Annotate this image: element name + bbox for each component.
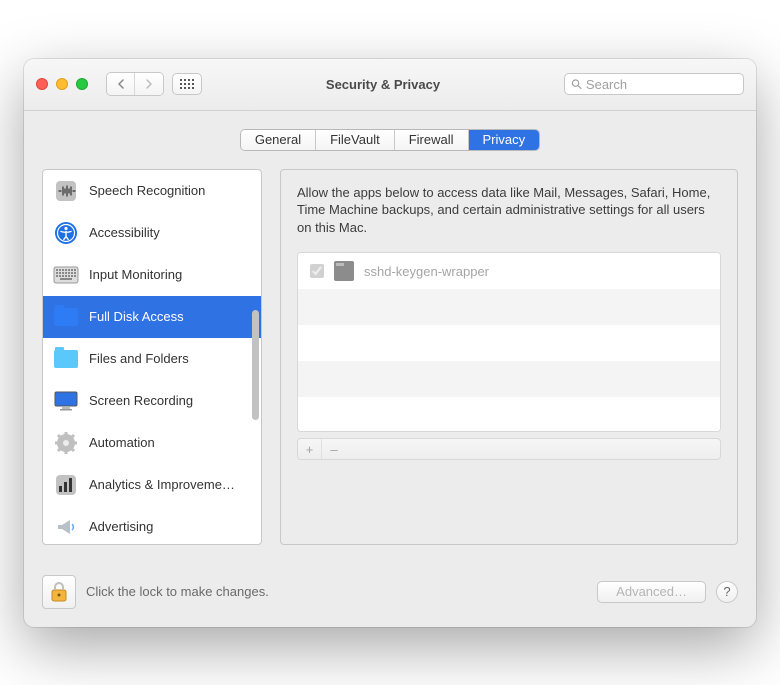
chevron-right-icon [145,79,153,89]
sidebar-item-full-disk-access[interactable]: Full Disk Access [43,296,261,338]
preferences-window: Security & Privacy General FileVault Fir… [24,59,756,627]
tab-firewall[interactable]: Firewall [395,130,469,150]
footer: Click the lock to make changes. Advanced… [24,563,756,627]
tab-filevault[interactable]: FileVault [316,130,395,150]
content-area: General FileVault Firewall Privacy Speec… [24,111,756,563]
analytics-icon [53,472,79,498]
sidebar-item-label: Accessibility [89,225,160,240]
remove-button[interactable]: – [322,439,346,459]
app-checkbox[interactable] [310,264,324,278]
add-remove-control: + – [297,438,721,460]
show-all-button[interactable] [172,73,202,95]
app-list: sshd-keygen-wrapper [297,252,721,432]
window-title: Security & Privacy [210,77,556,92]
sidebar-item-label: Files and Folders [89,351,189,366]
terminal-icon [334,261,354,281]
sidebar-item-files-and-folders[interactable]: Files and Folders [43,338,261,380]
sidebar-item-label: Full Disk Access [89,309,184,324]
sidebar-item-label: Speech Recognition [89,183,205,198]
tab-privacy[interactable]: Privacy [469,130,540,150]
sidebar-item-screen-recording[interactable]: Screen Recording [43,380,261,422]
lock-button[interactable] [42,575,76,609]
grid-icon [180,79,194,89]
empty-row [298,397,720,432]
sidebar-item-label: Input Monitoring [89,267,182,282]
description-text: Allow the apps below to access data like… [297,184,721,237]
sidebar-item-speech-recognition[interactable]: Speech Recognition [43,170,261,212]
gear-icon [53,430,79,456]
sidebar-item-automation[interactable]: Automation [43,422,261,464]
chevron-left-icon [117,79,125,89]
sound-wave-icon [53,178,79,204]
lock-icon [49,581,69,603]
tab-bar: General FileVault Firewall Privacy [42,129,738,151]
tab-strip: General FileVault Firewall Privacy [240,129,540,151]
tab-general[interactable]: General [241,130,316,150]
sidebar-scrollbar[interactable] [252,310,259,420]
sidebar-item-advertising[interactable]: Advertising [43,506,261,544]
sidebar-item-label: Advertising [89,519,153,534]
empty-row [298,289,720,325]
sidebar-item-label: Automation [89,435,155,450]
monitor-icon [53,388,79,414]
help-button[interactable]: ? [716,581,738,603]
nav-back-forward [106,72,164,96]
empty-row [298,325,720,361]
zoom-button[interactable] [76,78,88,90]
back-button[interactable] [107,73,135,95]
keyboard-icon [53,262,79,288]
sidebar-item-analytics[interactable]: Analytics & Improveme… [43,464,261,506]
app-row[interactable]: sshd-keygen-wrapper [298,253,720,289]
lock-text: Click the lock to make changes. [86,584,587,599]
accessibility-icon [53,220,79,246]
privacy-category-sidebar: Speech Recognition Accessibility Input M… [42,169,262,545]
folder-icon [53,346,79,372]
panel: Speech Recognition Accessibility Input M… [42,169,738,545]
app-name: sshd-keygen-wrapper [364,264,489,279]
folder-icon [53,304,79,330]
forward-button[interactable] [135,73,163,95]
detail-pane: Allow the apps below to access data like… [280,169,738,545]
empty-row [298,361,720,397]
advanced-button[interactable]: Advanced… [597,581,706,603]
traffic-lights [36,78,88,90]
close-button[interactable] [36,78,48,90]
search-input[interactable] [586,77,737,92]
add-button[interactable]: + [298,439,322,459]
search-icon [571,78,582,90]
minimize-button[interactable] [56,78,68,90]
titlebar: Security & Privacy [24,59,756,111]
sidebar-item-label: Analytics & Improveme… [89,477,235,492]
megaphone-icon [53,514,79,540]
sidebar-list[interactable]: Speech Recognition Accessibility Input M… [43,170,261,544]
search-field[interactable] [564,73,744,95]
sidebar-item-accessibility[interactable]: Accessibility [43,212,261,254]
sidebar-item-input-monitoring[interactable]: Input Monitoring [43,254,261,296]
sidebar-item-label: Screen Recording [89,393,193,408]
